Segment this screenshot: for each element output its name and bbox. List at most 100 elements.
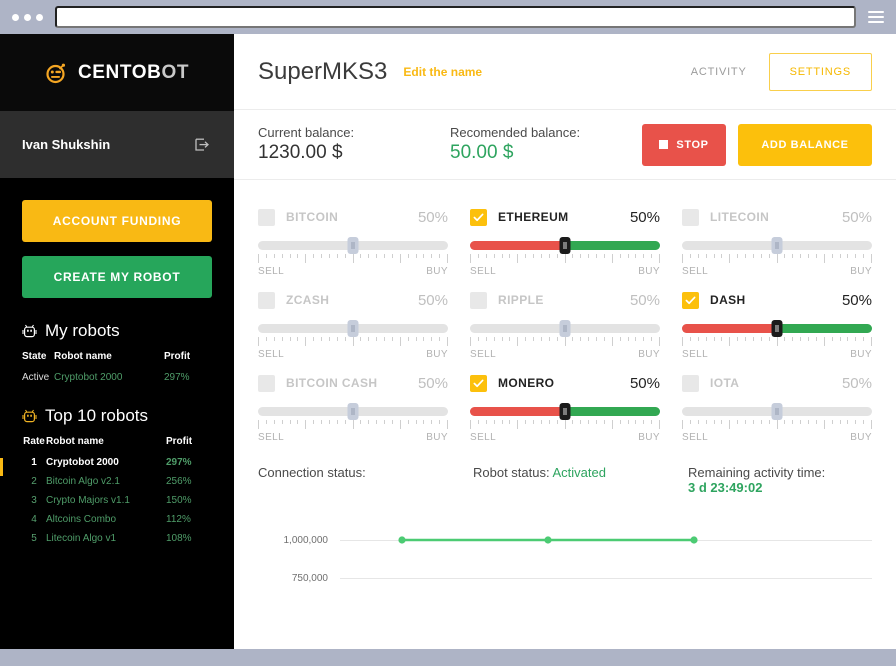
coin-card: ZCASH 50% SELL BUY [258, 277, 448, 360]
robot-name[interactable]: Crypto Majors v1.1 [46, 491, 166, 510]
robot-name[interactable]: Cryptobot 2000 [46, 453, 166, 472]
create-my-robot-button[interactable]: CREATE MY ROBOT [22, 256, 212, 298]
coin-checkbox[interactable] [258, 374, 275, 392]
url-input[interactable] [55, 6, 856, 28]
coin-slider[interactable]: SELL BUY [258, 237, 448, 277]
table-row[interactable]: 1 Cryptobot 2000 297% [0, 453, 234, 472]
slider-endpoints: SELL BUY [682, 432, 872, 443]
slider-handle[interactable] [559, 320, 571, 337]
buy-label: BUY [850, 349, 872, 360]
tab-activity[interactable]: ACTIVITY [691, 66, 747, 78]
coin-grid: BITCOIN 50% SELL BUY ETHEREUM 50% SELL BUY LITEC… [234, 180, 896, 443]
tab-settings[interactable]: SETTINGS [768, 52, 872, 91]
slider-handle[interactable] [347, 237, 359, 254]
account-funding-button[interactable]: ACCOUNT FUNDING [22, 200, 212, 242]
slider-handle[interactable] [559, 403, 571, 420]
coin-slider[interactable]: SELL BUY [258, 320, 448, 360]
coin-slider[interactable]: SELL BUY [258, 403, 448, 443]
recommended-balance-value: 50.00 $ [450, 142, 514, 163]
slider-ruler [682, 254, 872, 263]
robot-profit: 150% [166, 495, 192, 506]
coin-slider[interactable]: SELL BUY [682, 237, 872, 277]
coin-checkbox[interactable] [258, 291, 275, 309]
coin-checkbox[interactable] [682, 208, 699, 226]
coin-checkbox[interactable] [258, 208, 275, 226]
coin-slider[interactable]: SELL BUY [682, 403, 872, 443]
connection-status-label: Connection status: [258, 465, 366, 480]
robot-head-logo-icon [45, 61, 69, 85]
coin-header: BITCOIN 50% [258, 206, 448, 228]
coin-name: DASH [710, 293, 746, 307]
edit-the-name-link[interactable]: Edit the name [403, 65, 482, 79]
coin-checkbox[interactable] [470, 374, 487, 392]
recommended-balance-label: Recomended balance: [450, 125, 581, 140]
slider-handle[interactable] [559, 237, 571, 254]
coin-slider[interactable]: SELL BUY [682, 320, 872, 360]
table-row[interactable]: 3 Crypto Majors v1.1 150% [0, 491, 234, 510]
table-row[interactable]: Active Cryptobot 2000 297% [0, 368, 234, 387]
logo-area: CENTOBOT [0, 34, 234, 111]
current-balance-label: Current balance: [258, 125, 355, 140]
slider-ruler [470, 337, 660, 346]
hamburger-menu-icon[interactable] [868, 11, 884, 23]
robot-name[interactable]: Cryptobot 2000 [54, 368, 164, 387]
robot-name[interactable]: Bitcoin Algo v2.1 [46, 472, 166, 491]
slider-handle[interactable] [347, 403, 359, 420]
table-row[interactable]: 4 Altcoins Combo 112% [0, 510, 234, 529]
chart-gridline-row: 750,000 [258, 559, 872, 597]
coin-checkbox[interactable] [682, 374, 699, 392]
slider-endpoints: SELL BUY [258, 266, 448, 277]
robot-profit: 112% [166, 514, 191, 525]
buy-label: BUY [426, 432, 448, 443]
slider-handle[interactable] [771, 237, 783, 254]
user-name: Ivan Shukshin [22, 137, 111, 152]
coin-card: BITCOIN 50% SELL BUY [258, 194, 448, 277]
centobot-logo[interactable]: CENTOBOT [45, 61, 189, 85]
coin-percent: 50% [841, 374, 872, 392]
coin-percent: 50% [841, 208, 872, 226]
coin-header: IOTA 50% [682, 372, 872, 394]
robot-rate: 1 [31, 457, 37, 468]
coin-checkbox[interactable] [470, 208, 487, 226]
top-robots-table: Rate Robot name Profit 1 Cryptobot 2000 … [0, 434, 234, 548]
coin-slider[interactable]: SELL BUY [470, 403, 660, 443]
coin-slider[interactable]: SELL BUY [470, 320, 660, 360]
chart-gridline [340, 539, 872, 541]
coin-slider[interactable]: SELL BUY [470, 237, 660, 277]
robot-icon-gold [22, 408, 37, 424]
sell-label: SELL [470, 349, 497, 360]
table-row[interactable]: 2 Bitcoin Algo v2.1 256% [0, 472, 234, 491]
remaining-time: Remaining activity time: 3 d 23:49:02 [688, 465, 825, 495]
logout-icon[interactable] [195, 136, 212, 153]
add-balance-button[interactable]: ADD BALANCE [738, 123, 872, 166]
coin-header: MONERO 50% [470, 372, 660, 394]
sell-label: SELL [682, 432, 709, 443]
coin-checkbox[interactable] [470, 291, 487, 309]
buy-label: BUY [426, 266, 448, 277]
coin-card: ETHEREUM 50% SELL BUY [470, 194, 660, 277]
main-content: SuperMKS3 Edit the name ACTIVITY SETTING… [234, 34, 896, 649]
robot-rate: 3 [31, 495, 37, 506]
chart-gridline-row: 1,000,000 [258, 521, 872, 559]
coin-percent: 50% [417, 208, 448, 226]
slider-handle[interactable] [347, 320, 359, 337]
page-title: SuperMKS3 [258, 57, 388, 85]
sidebar-actions: ACCOUNT FUNDING CREATE MY ROBOT [0, 178, 234, 302]
table-row[interactable]: 5 Litecoin Algo v1 108% [0, 529, 234, 548]
sell-label: SELL [258, 266, 285, 277]
coin-checkbox[interactable] [682, 291, 699, 309]
window-dots-icon [12, 13, 43, 21]
selected-row-accent [0, 458, 3, 476]
coin-header: ZCASH 50% [258, 289, 448, 311]
browser-chrome [0, 0, 896, 34]
coin-percent: 50% [629, 374, 660, 392]
coin-percent: 50% [417, 291, 448, 309]
coin-card: MONERO 50% SELL BUY [470, 360, 660, 443]
slider-handle[interactable] [771, 403, 783, 420]
robot-name[interactable]: Altcoins Combo [46, 510, 166, 529]
slider-ruler [258, 254, 448, 263]
stop-button[interactable]: STOP [642, 123, 726, 166]
robot-name[interactable]: Litecoin Algo v1 [46, 529, 166, 548]
slider-handle[interactable] [771, 320, 783, 337]
table-header-row: State Robot name Profit [0, 349, 234, 368]
